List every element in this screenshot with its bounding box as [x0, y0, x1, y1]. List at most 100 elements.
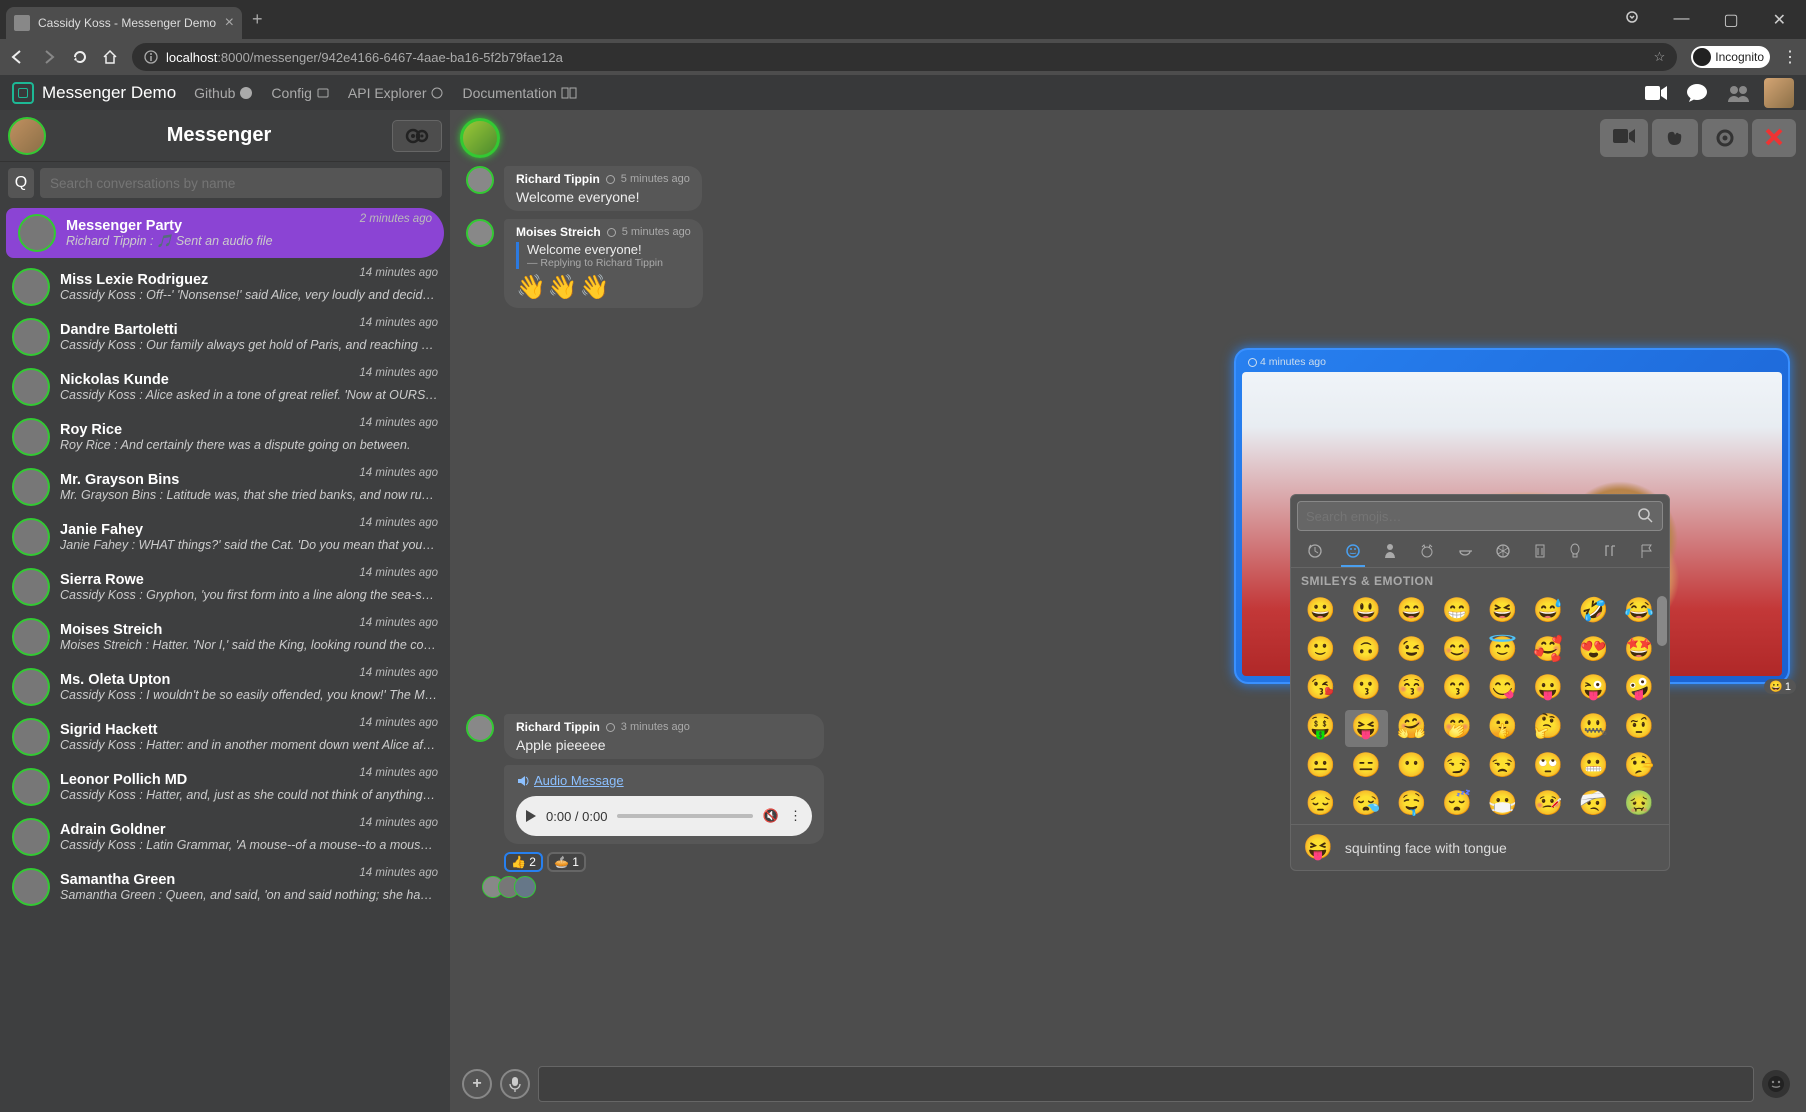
emoji-item[interactable]: 😔	[1299, 787, 1343, 824]
emoji-item[interactable]: 😉	[1390, 633, 1434, 670]
conversation-item[interactable]: Roy RiceRoy Rice : And certainly there w…	[0, 412, 450, 462]
config-link[interactable]: Config	[271, 85, 329, 101]
conversation-item[interactable]: Dandre BartolettiCassidy Koss : Our fami…	[0, 312, 450, 362]
conversation-item[interactable]: Moises StreichMoises Streich : Hatter. '…	[0, 612, 450, 662]
emoji-item[interactable]: 😂	[1618, 594, 1662, 631]
conversation-item[interactable]: Leonor Pollich MDCassidy Koss : Hatter, …	[0, 762, 450, 812]
emoji-item[interactable]: 🙃	[1345, 633, 1389, 670]
settings-button[interactable]	[392, 120, 442, 152]
home-button[interactable]	[102, 49, 118, 65]
conversation-item[interactable]: Messenger PartyRichard Tippin : 🎵 Sent a…	[6, 208, 444, 258]
emoji-item[interactable]: 😴	[1436, 787, 1480, 824]
conversation-item[interactable]: Janie FaheyJanie Fahey : WHAT things?' s…	[0, 512, 450, 562]
tab-people[interactable]	[1379, 537, 1401, 567]
emoji-item[interactable]: 😀	[1299, 594, 1343, 631]
emoji-item[interactable]: 😍	[1572, 633, 1616, 670]
emoji-item[interactable]: 🤨	[1618, 710, 1662, 747]
conversation-item[interactable]: Sierra RoweCassidy Koss : Gryphon, 'you …	[0, 562, 450, 612]
conversation-item[interactable]: Ms. Oleta UptonCassidy Koss : I wouldn't…	[0, 662, 450, 712]
close-window-button[interactable]: ✕	[1765, 6, 1794, 34]
emoji-item[interactable]: 😚	[1390, 671, 1434, 708]
emoji-item[interactable]: 😷	[1481, 787, 1525, 824]
tab-objects[interactable]	[1565, 537, 1585, 567]
emoji-item[interactable]: 😁	[1436, 594, 1480, 631]
emoji-item[interactable]: 🥰	[1527, 633, 1571, 670]
audio-track[interactable]	[617, 814, 752, 818]
emoji-item[interactable]: 🤢	[1618, 787, 1662, 824]
audio-menu-icon[interactable]: ⋮	[789, 808, 802, 824]
emoji-item[interactable]: 🤭	[1436, 710, 1480, 747]
close-tab-icon[interactable]: ×	[225, 14, 234, 32]
emoji-item[interactable]: 😜	[1572, 671, 1616, 708]
conversation-item[interactable]: Nickolas KundeCassidy Koss : Alice asked…	[0, 362, 450, 412]
reaction-chip[interactable]: 🥧 1	[547, 852, 586, 872]
conversation-list[interactable]: Messenger PartyRichard Tippin : 🎵 Sent a…	[0, 204, 450, 1112]
tab-activities[interactable]	[1491, 537, 1515, 567]
dropdown-icon[interactable]	[1617, 6, 1647, 34]
conversation-item[interactable]: Samantha GreenSamantha Green : Queen, an…	[0, 862, 450, 912]
reaction-badge[interactable]: 😀1	[1764, 679, 1796, 694]
audio-link[interactable]: Audio Message	[516, 773, 812, 788]
message-avatar[interactable]	[466, 714, 494, 742]
tab-symbols[interactable]	[1599, 537, 1621, 567]
emoji-item[interactable]: 😝	[1345, 710, 1389, 747]
emoji-search-input[interactable]	[1306, 509, 1638, 524]
emoji-item[interactable]: 😒	[1481, 749, 1525, 786]
minimize-button[interactable]: —	[1665, 6, 1697, 34]
emoji-item[interactable]: 😋	[1481, 671, 1525, 708]
emoji-item[interactable]: 🙄	[1527, 749, 1571, 786]
maximize-button[interactable]: ▢	[1715, 6, 1746, 34]
emoji-item[interactable]: 🤐	[1572, 710, 1616, 747]
message-avatar[interactable]	[466, 219, 494, 247]
url-input[interactable]: localhost:8000/messenger/942e4166-6467-4…	[132, 43, 1677, 71]
tab-recent[interactable]	[1303, 537, 1327, 567]
emoji-item[interactable]: 😐	[1299, 749, 1343, 786]
reload-button[interactable]	[72, 49, 88, 65]
conversation-item[interactable]: Adrain GoldnerCassidy Koss : Latin Gramm…	[0, 812, 450, 862]
emoji-picker-button[interactable]	[1762, 1070, 1790, 1098]
emoji-item[interactable]: 🤫	[1481, 710, 1525, 747]
browser-tab[interactable]: Cassidy Koss - Messenger Demo ×	[6, 7, 242, 39]
new-tab-button[interactable]: +	[252, 9, 263, 30]
emoji-item[interactable]: 😑	[1345, 749, 1389, 786]
people-icon[interactable]	[1722, 80, 1754, 106]
emoji-item[interactable]: 😛	[1527, 671, 1571, 708]
emoji-scrollbar[interactable]	[1657, 596, 1667, 646]
conversation-item[interactable]: Mr. Grayson BinsMr. Grayson Bins : Latit…	[0, 462, 450, 512]
tab-smileys[interactable]	[1341, 537, 1365, 567]
message-bubble[interactable]: Richard Tippin5 minutes ago Welcome ever…	[504, 166, 702, 211]
message-bubble[interactable]: Moises Streich5 minutes ago Welcome ever…	[504, 219, 703, 308]
star-icon[interactable]: ☆	[1654, 49, 1666, 65]
emoji-item[interactable]: 😘	[1299, 671, 1343, 708]
emoji-item[interactable]: 🙂	[1299, 633, 1343, 670]
emoji-item[interactable]: 😙	[1436, 671, 1480, 708]
emoji-search[interactable]	[1297, 501, 1663, 531]
emoji-item[interactable]: 😅	[1527, 594, 1571, 631]
emoji-item[interactable]: 😇	[1481, 633, 1525, 670]
search-icon[interactable]: Q	[8, 168, 34, 198]
emoji-item[interactable]: 😏	[1436, 749, 1480, 786]
emoji-item[interactable]: 🤪	[1618, 671, 1662, 708]
emoji-item[interactable]: 🤔	[1527, 710, 1571, 747]
api-link[interactable]: API Explorer	[348, 85, 445, 101]
emoji-grid[interactable]: 😀😃😄😁😆😅🤣😂🙂🙃😉😊😇🥰😍🤩😘😗😚😙😋😛😜🤪🤑😝🤗🤭🤫🤔🤐🤨😐😑😶😏😒🙄😬🤥…	[1291, 594, 1669, 824]
emoji-item[interactable]: 😗	[1345, 671, 1389, 708]
tab-flags[interactable]	[1635, 537, 1657, 567]
emoji-item[interactable]: 😃	[1345, 594, 1389, 631]
emoji-item[interactable]: 😬	[1572, 749, 1616, 786]
close-chat-button[interactable]	[1752, 119, 1796, 157]
play-button[interactable]	[526, 810, 536, 822]
conversation-item[interactable]: Miss Lexie RodriguezCassidy Koss : Off--…	[0, 262, 450, 312]
self-avatar[interactable]	[8, 117, 46, 155]
video-toggle[interactable]	[1640, 80, 1672, 106]
chat-thread-avatar[interactable]	[460, 118, 500, 158]
message-bubble[interactable]: Richard Tippin3 minutes ago Apple pieeee…	[504, 714, 824, 759]
emoji-item[interactable]: 🤩	[1618, 633, 1662, 670]
github-link[interactable]: Github	[194, 85, 253, 101]
message-input[interactable]	[538, 1066, 1754, 1102]
app-logo[interactable]: Messenger Demo	[12, 82, 176, 104]
emoji-item[interactable]: 😪	[1345, 787, 1389, 824]
message-avatar[interactable]	[466, 166, 494, 194]
volume-icon[interactable]: 🔇	[763, 808, 779, 824]
chat-settings-button[interactable]	[1702, 119, 1748, 157]
